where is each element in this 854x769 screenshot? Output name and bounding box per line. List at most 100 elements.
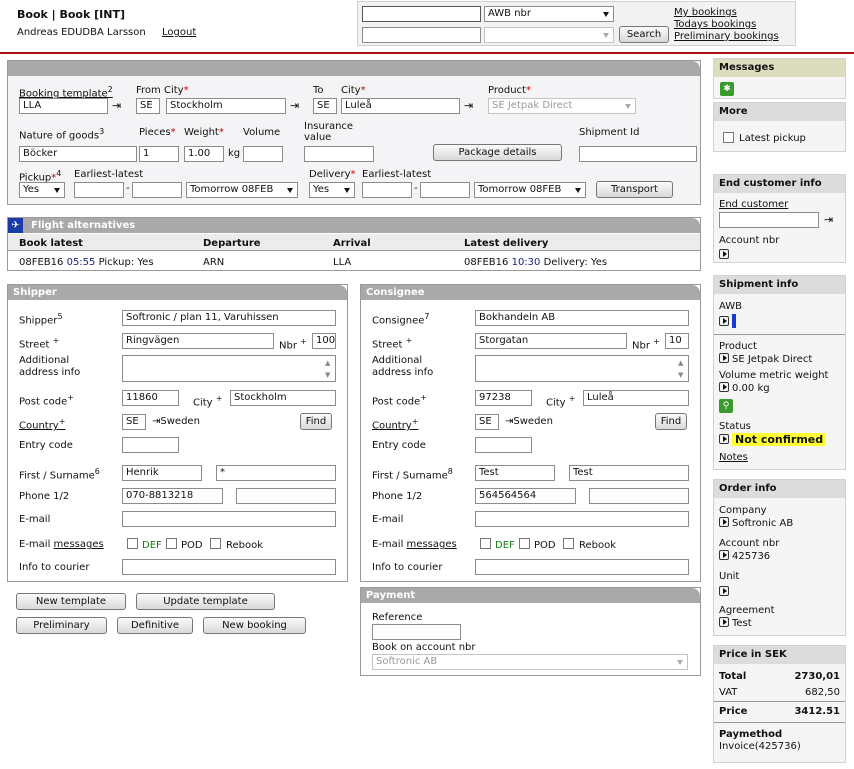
todays-bookings-link[interactable]: Todays bookings	[674, 19, 756, 30]
consignee-def-checkbox[interactable]	[480, 538, 491, 549]
shipper-rebook-checkbox[interactable]	[210, 538, 221, 549]
definitive-button[interactable]: Definitive	[117, 617, 193, 634]
search-select-2[interactable]	[484, 27, 614, 43]
consignee-pod-checkbox[interactable]	[519, 538, 530, 549]
shipper-email-input[interactable]	[122, 511, 336, 527]
scroll-up-icon[interactable]: ▲	[678, 359, 683, 367]
consignee-find-button[interactable]: Find	[655, 413, 687, 430]
nature-of-goods-input[interactable]: Böcker	[19, 146, 137, 162]
shipper-country-label[interactable]: Country+	[19, 417, 65, 431]
shipper-phone1-input[interactable]: 070-8813218	[122, 488, 223, 504]
shipper-phone2-input[interactable]	[236, 488, 336, 504]
consignee-name-input[interactable]: Bokhandeln AB	[475, 310, 689, 326]
consignee-first-input[interactable]: Test	[475, 465, 555, 481]
consignee-country-name: ⇥Sweden	[505, 416, 553, 427]
shipper-find-button[interactable]: Find	[300, 413, 332, 430]
volume-input[interactable]	[243, 146, 283, 162]
shipper-nbr-input[interactable]: 100	[312, 333, 336, 349]
consignee-city-input[interactable]: Luleå	[583, 390, 689, 406]
consignee-phone2-input[interactable]	[589, 488, 689, 504]
consignee-entry-input[interactable]	[475, 437, 532, 453]
end-customer-input[interactable]	[719, 212, 819, 228]
go-arrow-icon[interactable]: ⇥	[464, 100, 473, 112]
latest-pickup-checkbox[interactable]	[723, 132, 734, 143]
delivery-select[interactable]: Yes	[309, 182, 355, 198]
consignee-country-label[interactable]: Country+	[372, 417, 418, 431]
expand-icon[interactable]	[719, 249, 729, 259]
consignee-rebook-checkbox[interactable]	[563, 538, 574, 549]
shipper-first-input[interactable]: Henrik	[122, 465, 202, 481]
consignee-nbr-input[interactable]: 10	[665, 333, 689, 349]
reference-input[interactable]	[372, 624, 461, 640]
search-input-2[interactable]	[362, 27, 481, 43]
to-country-input[interactable]: SE	[313, 98, 337, 114]
shipper-surname-input[interactable]: *	[216, 465, 336, 481]
shipper-pod-checkbox[interactable]	[166, 538, 177, 549]
end-customer-link[interactable]: End customer	[719, 199, 788, 210]
shipper-email-messages-label: E-mail messages	[19, 539, 104, 550]
shipper-country-input[interactable]: SE	[122, 414, 146, 430]
shipper-courier-input[interactable]	[122, 559, 336, 575]
delivery-earliest-input[interactable]	[362, 182, 412, 198]
account-select[interactable]: Softronic AB	[372, 654, 688, 670]
scroll-up-icon[interactable]: ▲	[325, 359, 330, 367]
product-select[interactable]: SE Jetpak Direct	[488, 98, 636, 114]
update-template-button[interactable]: Update template	[136, 593, 275, 610]
notes-link[interactable]: Notes	[719, 452, 748, 463]
my-bookings-link[interactable]: My bookings	[674, 7, 737, 18]
search-input[interactable]	[362, 6, 481, 22]
search-type-select[interactable]: AWB nbr	[484, 6, 614, 22]
from-city-input[interactable]: Stockholm	[166, 98, 286, 114]
go-arrow-icon[interactable]: ⇥	[112, 100, 121, 112]
consignee-country-input[interactable]: SE	[475, 414, 499, 430]
lightbulb-icon[interactable]: ✱	[720, 82, 734, 96]
package-details-button[interactable]: Package details	[433, 144, 562, 161]
consignee-courier-input[interactable]	[475, 559, 689, 575]
pickup-earliest-input[interactable]	[74, 182, 124, 198]
shipper-post-input[interactable]: 11860	[122, 390, 179, 406]
shipper-addinfo-textarea[interactable]	[122, 355, 336, 382]
shipper-city-input[interactable]: Stockholm	[230, 390, 336, 406]
shipper-name-input[interactable]: Softronic / plan 11, Varuhissen	[122, 310, 336, 326]
flight-row-book-latest[interactable]: 08FEB16 05:55 Pickup: Yes	[19, 257, 154, 268]
consignee-courier-label: Info to courier	[372, 562, 443, 573]
search-button[interactable]: Search	[619, 26, 669, 43]
consignee-surname-input[interactable]: Test	[569, 465, 689, 481]
shipper-nbr-label: Nbr +	[279, 337, 307, 352]
pickup-earliest-latest-label: Earliest-latest	[74, 169, 144, 180]
delivery-latest-input[interactable]	[420, 182, 470, 198]
shipper-street-input[interactable]: Ringvägen	[122, 333, 274, 349]
consignee-post-input[interactable]: 97238	[475, 390, 532, 406]
logout-link[interactable]: Logout	[162, 27, 196, 38]
go-arrow-icon[interactable]: ⇥	[290, 100, 299, 112]
delivery-date-select[interactable]: Tomorrow 08FEB	[474, 182, 586, 198]
consignee-phone1-input[interactable]: 564564564	[475, 488, 576, 504]
transport-button[interactable]: Transport	[596, 181, 673, 198]
consignee-addinfo-textarea[interactable]	[475, 355, 689, 382]
new-booking-button[interactable]: New booking	[203, 617, 306, 634]
consignee-street-input[interactable]: Storgatan	[475, 333, 627, 349]
shipper-def-checkbox[interactable]	[127, 538, 138, 549]
pickup-date-select[interactable]: Tomorrow 08FEB	[186, 182, 298, 198]
magnifier-icon[interactable]: ⚲	[719, 399, 733, 413]
insurance-value-input[interactable]	[304, 146, 374, 162]
new-template-button[interactable]: New template	[16, 593, 126, 610]
preliminary-button[interactable]: Preliminary	[16, 617, 107, 634]
expand-icon[interactable]	[719, 586, 729, 596]
shipper-addinfo-label: Additional address info	[19, 355, 81, 378]
shipper-entry-input[interactable]	[122, 437, 179, 453]
to-city-input[interactable]: Luleå	[341, 98, 460, 114]
go-arrow-icon[interactable]: ⇥	[824, 214, 833, 226]
scroll-down-icon[interactable]: ▼	[678, 371, 683, 379]
from-country-input[interactable]: SE	[136, 98, 160, 114]
scroll-down-icon[interactable]: ▼	[325, 371, 330, 379]
pickup-select[interactable]: Yes	[19, 182, 65, 198]
shipment-id-input[interactable]	[579, 146, 697, 162]
consignee-email-input[interactable]	[475, 511, 689, 527]
booking-template-input[interactable]: LLA	[19, 98, 108, 114]
pickup-latest-input[interactable]	[132, 182, 182, 198]
pieces-input[interactable]: 1	[139, 146, 179, 162]
preliminary-bookings-link[interactable]: Preliminary bookings	[674, 31, 779, 42]
consignee-addinfo-label: Additional address info	[372, 355, 434, 378]
weight-input[interactable]: 1.00	[184, 146, 224, 162]
